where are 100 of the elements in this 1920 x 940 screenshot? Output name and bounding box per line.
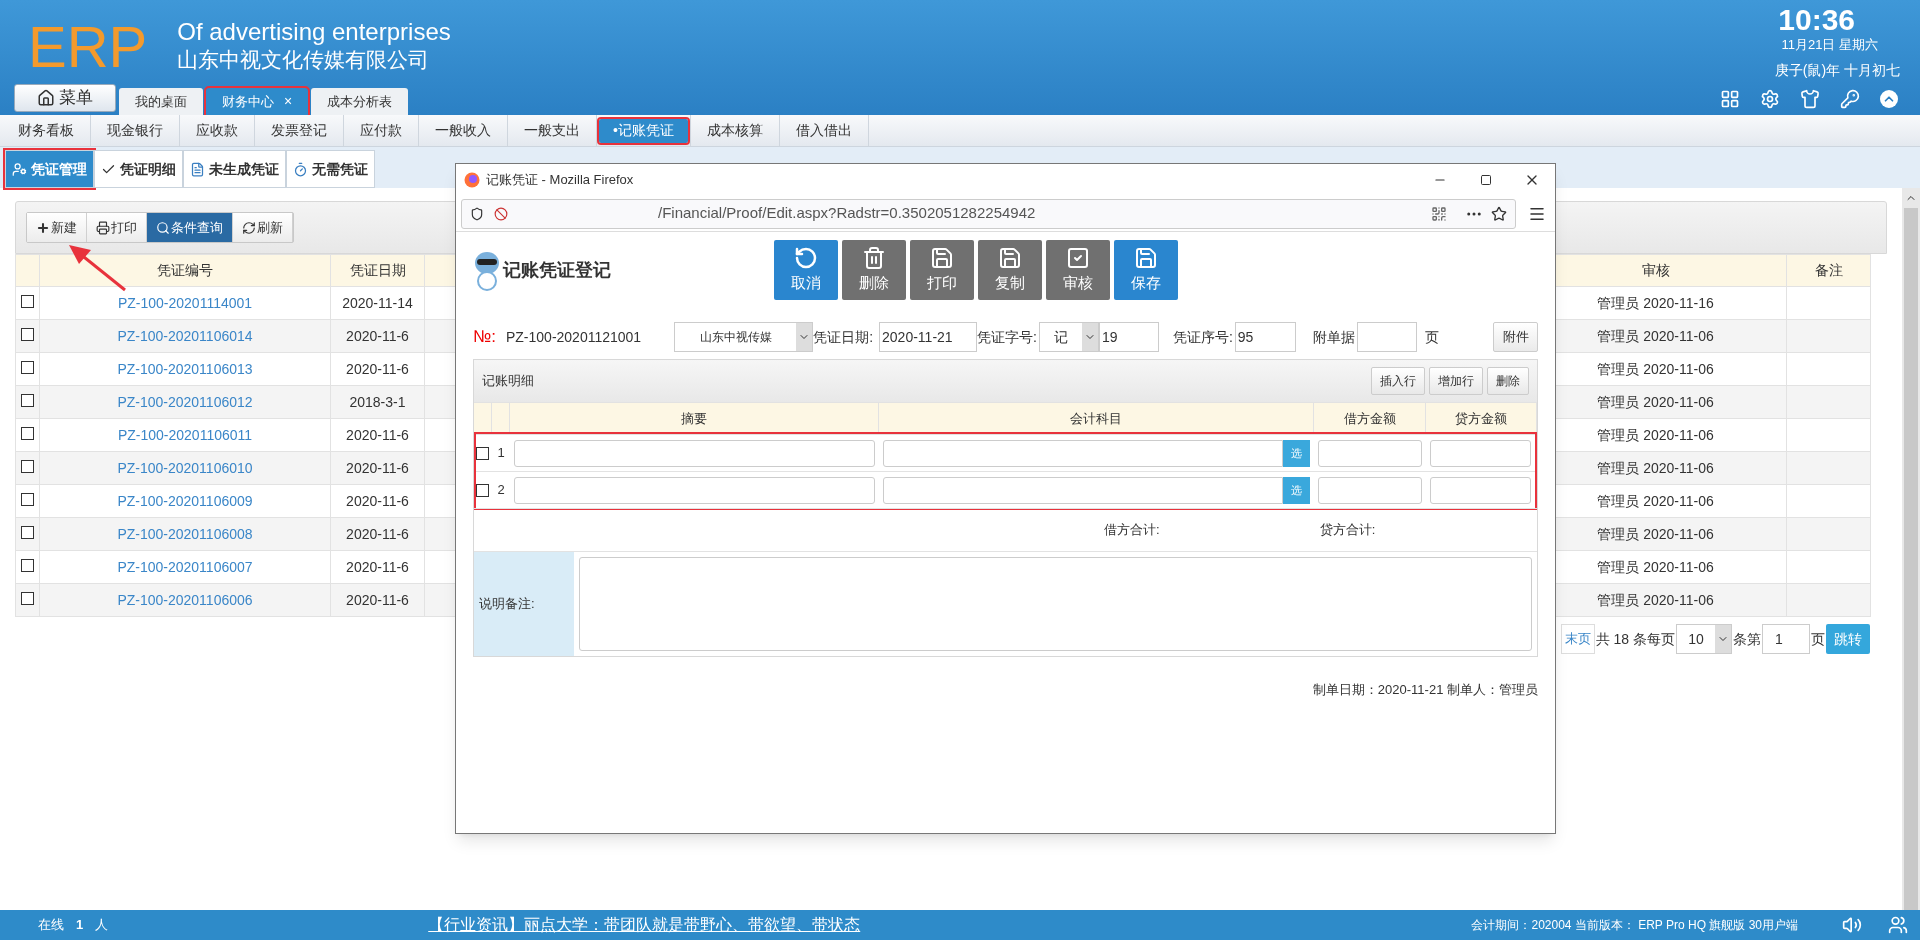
sequence-field[interactable]: 95 (1234, 322, 1296, 352)
attachment-unit: 页 (1424, 327, 1439, 347)
checkbox[interactable] (21, 393, 34, 407)
speaker-icon[interactable] (1842, 915, 1862, 935)
account-field[interactable] (883, 476, 1283, 504)
checkbox[interactable] (21, 459, 34, 473)
nav-item[interactable]: 成本核算 (692, 118, 777, 143)
logo: ERP (28, 18, 148, 76)
news-link[interactable]: 【行业资讯】丽点大学：带团队就是带野心、带欲望、带状态 (428, 913, 861, 937)
attachment-label: 附单据 (1312, 327, 1355, 347)
nav-item[interactable]: 一般支出 (510, 118, 594, 143)
users-icon[interactable] (1888, 915, 1908, 935)
lunar-date: 庚子(鼠)年 十月初七 (1774, 61, 1900, 80)
toolbar-button[interactable]: 新建 (27, 213, 87, 242)
checkbox[interactable] (21, 558, 34, 572)
floppy-icon (930, 245, 954, 270)
page-label: 条第 (1733, 629, 1761, 649)
summary-field[interactable] (514, 439, 875, 467)
nav-item[interactable]: 应付款 (346, 118, 416, 143)
shirt-icon[interactable] (1800, 89, 1820, 109)
checkbox[interactable] (21, 525, 34, 539)
remark-label: 说明备注: (479, 595, 535, 614)
tab[interactable]: 成本分析表 (311, 88, 409, 115)
sub-tab[interactable]: 无需凭证 (286, 150, 375, 188)
checkbox[interactable] (476, 446, 489, 460)
maximize-button[interactable] (1480, 174, 1492, 186)
timer-icon (293, 161, 308, 177)
checkbox[interactable] (21, 294, 34, 308)
shield-icon[interactable] (470, 206, 484, 221)
attachment-button[interactable]: 附件 (1493, 322, 1538, 352)
nav-item[interactable]: 借入借出 (781, 118, 866, 143)
attachment-field[interactable] (1356, 322, 1417, 352)
checkbox[interactable] (476, 483, 489, 497)
action-button[interactable]: 删除 (842, 240, 906, 300)
credit-field[interactable] (1430, 476, 1531, 504)
nav-item[interactable]: 发票登记 (257, 118, 341, 143)
word-select[interactable]: 记 (1038, 322, 1099, 352)
column-header: 凭证编号 (39, 254, 331, 287)
window-title: 记账凭证 - Mozilla Firefox (486, 171, 634, 190)
toolbar-button[interactable]: 刷新 (233, 213, 293, 242)
nav-item[interactable]: •记账凭证 (599, 118, 688, 143)
debit-field[interactable] (1318, 439, 1422, 467)
total-label: 共 18 条每页 (1595, 629, 1675, 649)
action-button[interactable]: 保存 (1114, 240, 1178, 300)
add-grid-icon[interactable] (1720, 89, 1740, 109)
checkbox[interactable] (21, 426, 34, 440)
search-icon (156, 220, 170, 235)
toolbar-button[interactable]: 打印 (87, 213, 147, 242)
nav-item[interactable]: 应收款 (182, 118, 252, 143)
page-size-select[interactable]: 10 (1676, 624, 1732, 654)
nav-item[interactable]: 一般收入 (421, 118, 505, 143)
account-field[interactable] (883, 439, 1283, 467)
action-button[interactable]: 打印 (910, 240, 974, 300)
sub-tab[interactable]: 凭证明细 (94, 150, 183, 188)
floppy-icon (1134, 245, 1158, 270)
date-label: 凭证日期: (813, 327, 874, 347)
remark-field[interactable] (579, 557, 1532, 651)
qr-code-icon[interactable] (1431, 205, 1447, 222)
settings-icon[interactable] (1760, 89, 1780, 109)
toolbar-button[interactable]: 条件查询 (147, 213, 233, 242)
summary-field[interactable] (514, 476, 875, 504)
row-button[interactable]: 插入行 (1371, 367, 1425, 395)
star-icon[interactable] (1491, 205, 1507, 222)
sub-tab[interactable]: 未生成凭证 (183, 150, 286, 188)
nav-item[interactable]: 现金银行 (93, 118, 177, 143)
collapse-icon[interactable] (1880, 90, 1898, 108)
key-icon[interactable] (1840, 89, 1860, 109)
number-label: №: (473, 326, 496, 349)
menu-button[interactable]: 菜单 (14, 84, 116, 112)
nav-item[interactable]: 财务看板 (4, 118, 88, 143)
debit-total-label: 借方合计: (1104, 521, 1160, 540)
word-number-field[interactable]: 19 (1098, 322, 1159, 352)
blocked-icon[interactable] (494, 206, 508, 221)
action-button[interactable]: 复制 (978, 240, 1042, 300)
checkbox[interactable] (21, 327, 34, 341)
floppy-icon (998, 245, 1022, 270)
sub-tab[interactable]: 凭证管理 (5, 150, 94, 188)
row-button[interactable]: 删除 (1487, 367, 1529, 395)
scrollbar[interactable] (1902, 188, 1920, 910)
action-button[interactable]: 审核 (1046, 240, 1110, 300)
credit-field[interactable] (1430, 439, 1531, 467)
checkbox[interactable] (21, 492, 34, 506)
action-button[interactable]: 取消 (774, 240, 838, 300)
close-tab-button[interactable]: × (284, 91, 293, 112)
online-label: 在线 (38, 916, 64, 935)
checkbox[interactable] (21, 360, 34, 374)
clock-time: 10:36 (1778, 4, 1855, 36)
date-field[interactable]: 2020-11-21 (879, 322, 978, 352)
tab[interactable]: 我的桌面 (119, 88, 203, 115)
debit-field[interactable] (1318, 476, 1422, 504)
page-input[interactable]: 1 (1762, 624, 1810, 654)
row-button[interactable]: 增加行 (1429, 367, 1483, 395)
tab[interactable]: 财务中心 × (206, 88, 309, 115)
address-bar[interactable]: /Financial/Proof/Edit.aspx?Radstr=0.3502051282254942 (461, 198, 1516, 229)
last-page-button[interactable]: 末页 (1560, 624, 1595, 654)
table-cell: 2020-11-6 (330, 418, 425, 452)
company-select[interactable]: 山东中视传媒 (674, 322, 814, 352)
checkbox[interactable] (21, 591, 34, 605)
checkbox-icon (1066, 245, 1090, 270)
document-icon (190, 161, 205, 177)
